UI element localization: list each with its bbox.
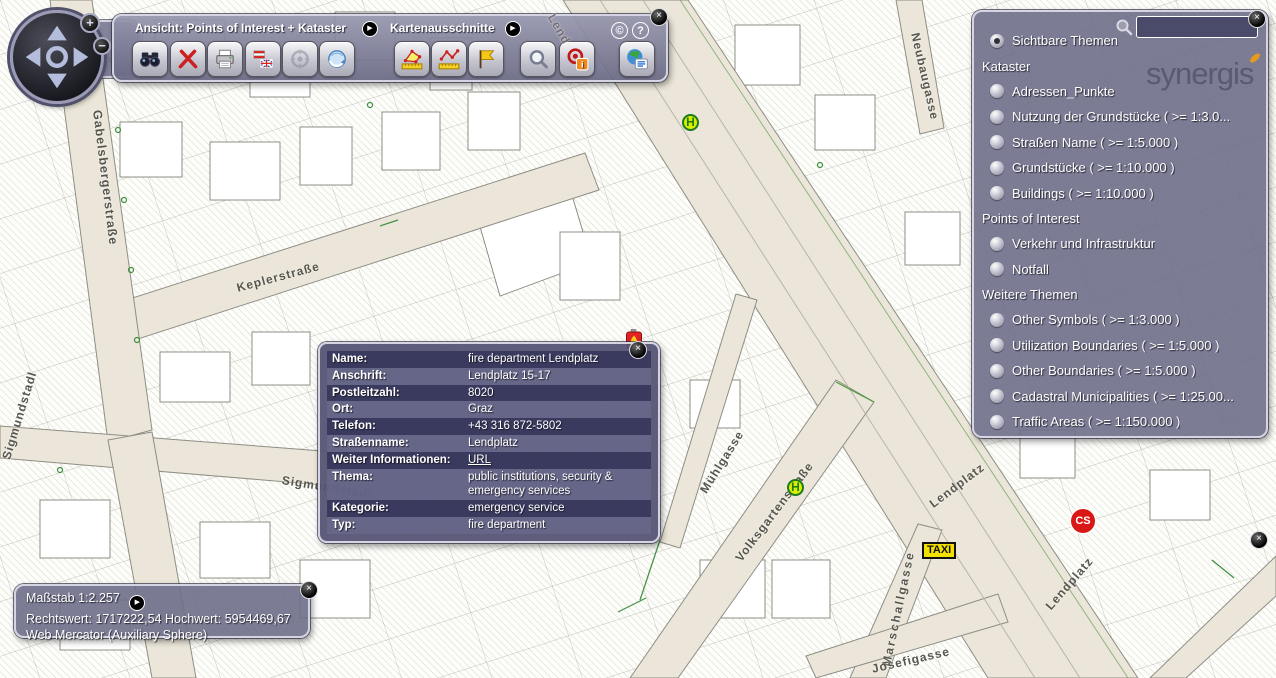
measure-distance-button[interactable] bbox=[431, 41, 467, 77]
zoom-window-button[interactable] bbox=[520, 41, 556, 77]
popup-row: Postleitzahl:8020 bbox=[327, 385, 651, 402]
layer-option-other-symbols[interactable]: Other Symbols ( >= 1:3.000 ) bbox=[974, 307, 1266, 332]
red-x-icon bbox=[176, 47, 200, 71]
layer-option-utilization-boundaries[interactable]: Utilization Boundaries ( >= 1:5.000 ) bbox=[974, 333, 1266, 358]
radio-selected-icon[interactable] bbox=[990, 34, 1004, 48]
layer-option-buildings[interactable]: Buildings ( >= 1:10.000 ) bbox=[974, 180, 1266, 205]
popup-row: Typ:fire department bbox=[327, 517, 651, 534]
layer-option-cadastral-municipalities[interactable]: Cadastral Municipalities ( >= 1:25.00... bbox=[974, 383, 1266, 408]
projection-text: Web Mercator (Auxiliary Sphere) bbox=[26, 627, 308, 643]
layer-option-adressen-punkte[interactable]: Adressen_Punkte bbox=[974, 79, 1266, 104]
view-menu-title[interactable]: Ansicht: Points of Interest + Kataster bbox=[135, 21, 346, 35]
radio-icon[interactable] bbox=[990, 389, 1004, 403]
scale-menu-arrow-icon[interactable]: ▶ bbox=[129, 595, 145, 611]
layer-search-input[interactable] bbox=[1136, 16, 1258, 38]
radio-icon[interactable] bbox=[990, 313, 1004, 327]
globe-refresh-icon bbox=[325, 47, 349, 71]
zoom-in-button[interactable]: + bbox=[80, 13, 100, 33]
measure-area-icon bbox=[400, 47, 424, 71]
scale-line: Maßstab 1:2.257 ▶ bbox=[26, 590, 308, 611]
layer-option-other-boundaries[interactable]: Other Boundaries ( >= 1:5.000 ) bbox=[974, 358, 1266, 383]
layer-group-points-of-interest: Points of Interest bbox=[974, 206, 1266, 231]
bus-stop-marker[interactable]: H bbox=[787, 479, 804, 496]
radio-icon[interactable] bbox=[990, 237, 1004, 251]
search-icon[interactable] bbox=[1114, 17, 1134, 37]
magnifier-icon bbox=[526, 47, 550, 71]
report-button[interactable] bbox=[619, 41, 655, 77]
url-link[interactable]: URL bbox=[468, 454, 491, 466]
radio-icon[interactable] bbox=[990, 84, 1004, 98]
popup-row: Kategorie:emergency service bbox=[327, 500, 651, 517]
popup-row: Straßenname:Lendplatz bbox=[327, 435, 651, 452]
svg-text:i: i bbox=[581, 61, 584, 71]
carsharing-marker[interactable]: CS bbox=[1071, 509, 1095, 533]
flag-icon bbox=[474, 47, 498, 71]
scale-text: Maßstab 1:2.257 bbox=[26, 591, 120, 605]
map-extents-arrow-icon[interactable]: ▶ bbox=[505, 21, 521, 37]
radio-icon[interactable] bbox=[990, 338, 1004, 352]
radio-icon[interactable] bbox=[990, 161, 1004, 175]
identify-result-popup: Name:fire department Lendplatz Anschrift… bbox=[318, 342, 660, 543]
zoom-out-button[interactable]: − bbox=[93, 37, 111, 55]
bus-stop-marker[interactable]: H bbox=[682, 114, 699, 131]
radio-icon[interactable] bbox=[990, 262, 1004, 276]
layers-panel-close-button[interactable]: × bbox=[1248, 10, 1266, 28]
radio-icon[interactable] bbox=[990, 364, 1004, 378]
popup-row: Weiter Informationen:URL bbox=[327, 452, 651, 469]
popup-row: Name:fire department Lendplatz bbox=[327, 351, 651, 368]
radio-icon[interactable] bbox=[990, 186, 1004, 200]
webgis-app: { "window": {"close_label": "×", "copyri… bbox=[0, 0, 1276, 678]
flags-austria-uk-icon bbox=[251, 47, 275, 71]
layer-option-notfall[interactable]: Notfall bbox=[974, 257, 1266, 282]
language-button[interactable] bbox=[245, 41, 281, 77]
search-button[interactable] bbox=[132, 41, 168, 77]
measure-distance-icon bbox=[437, 47, 461, 71]
radio-icon[interactable] bbox=[990, 110, 1004, 124]
popup-row: Thema:public institutions, security & em… bbox=[327, 469, 651, 501]
layer-option-traffic-areas[interactable]: Traffic Areas ( >= 1:150.000 ) bbox=[974, 409, 1266, 434]
compass-icon bbox=[288, 47, 312, 71]
help-icon[interactable]: ? bbox=[632, 22, 649, 39]
redlining-button[interactable] bbox=[468, 41, 504, 77]
taxi-stand-marker[interactable]: TAXI bbox=[922, 542, 956, 559]
binoculars-icon bbox=[138, 47, 162, 71]
globe-document-icon bbox=[625, 47, 649, 71]
layer-group-weitere-themen: Weitere Themen bbox=[974, 282, 1266, 307]
layer-list: Sichtbare Themen Kataster Adressen_Punkt… bbox=[974, 28, 1266, 434]
north-arrow-button[interactable] bbox=[282, 41, 318, 77]
measure-area-button[interactable] bbox=[394, 41, 430, 77]
popup-close-button[interactable]: × bbox=[629, 341, 647, 359]
printer-icon bbox=[213, 47, 237, 71]
main-toolbar: Ansicht: Points of Interest + Kataster ▶… bbox=[112, 14, 668, 82]
radio-icon[interactable] bbox=[990, 415, 1004, 429]
popup-row: Ort:Graz bbox=[327, 401, 651, 418]
overview-close-button[interactable]: × bbox=[1250, 531, 1268, 549]
clear-selection-button[interactable] bbox=[170, 41, 206, 77]
layers-panel: synergis Sichtbare Themen Kataster Adres… bbox=[972, 10, 1268, 438]
layer-option-nutzung[interactable]: Nutzung der Grundstücke ( >= 1:3.0... bbox=[974, 104, 1266, 129]
popup-row: Anschrift:Lendplatz 15-17 bbox=[327, 368, 651, 385]
scale-panel-close-button[interactable]: × bbox=[300, 581, 318, 599]
popup-row: Telefon:+43 316 872-5802 bbox=[327, 418, 651, 435]
identify-info-icon: i bbox=[565, 47, 589, 71]
copyright-icon[interactable]: © bbox=[611, 22, 628, 39]
radio-icon[interactable] bbox=[990, 135, 1004, 149]
identify-button[interactable]: i bbox=[559, 41, 595, 77]
view-menu-arrow-icon[interactable]: ▶ bbox=[362, 21, 378, 37]
refresh-button[interactable] bbox=[319, 41, 355, 77]
toolbar-close-button[interactable]: × bbox=[650, 8, 668, 26]
layer-option-strassen-name[interactable]: Straßen Name ( >= 1:5.000 ) bbox=[974, 130, 1266, 155]
scale-panel: Maßstab 1:2.257 ▶ Rechtswert: 1717222,54… bbox=[14, 584, 310, 638]
layer-option-verkehr[interactable]: Verkehr und Infrastruktur bbox=[974, 231, 1266, 256]
print-button[interactable] bbox=[207, 41, 243, 77]
layer-option-grundstuecke[interactable]: Grundstücke ( >= 1:10.000 ) bbox=[974, 155, 1266, 180]
coordinates-text: Rechtswert: 1717222,54 Hochwert: 5954469… bbox=[26, 611, 308, 627]
layer-group-kataster: Kataster bbox=[974, 53, 1266, 78]
map-extents-title[interactable]: Kartenausschnitte bbox=[390, 21, 495, 35]
